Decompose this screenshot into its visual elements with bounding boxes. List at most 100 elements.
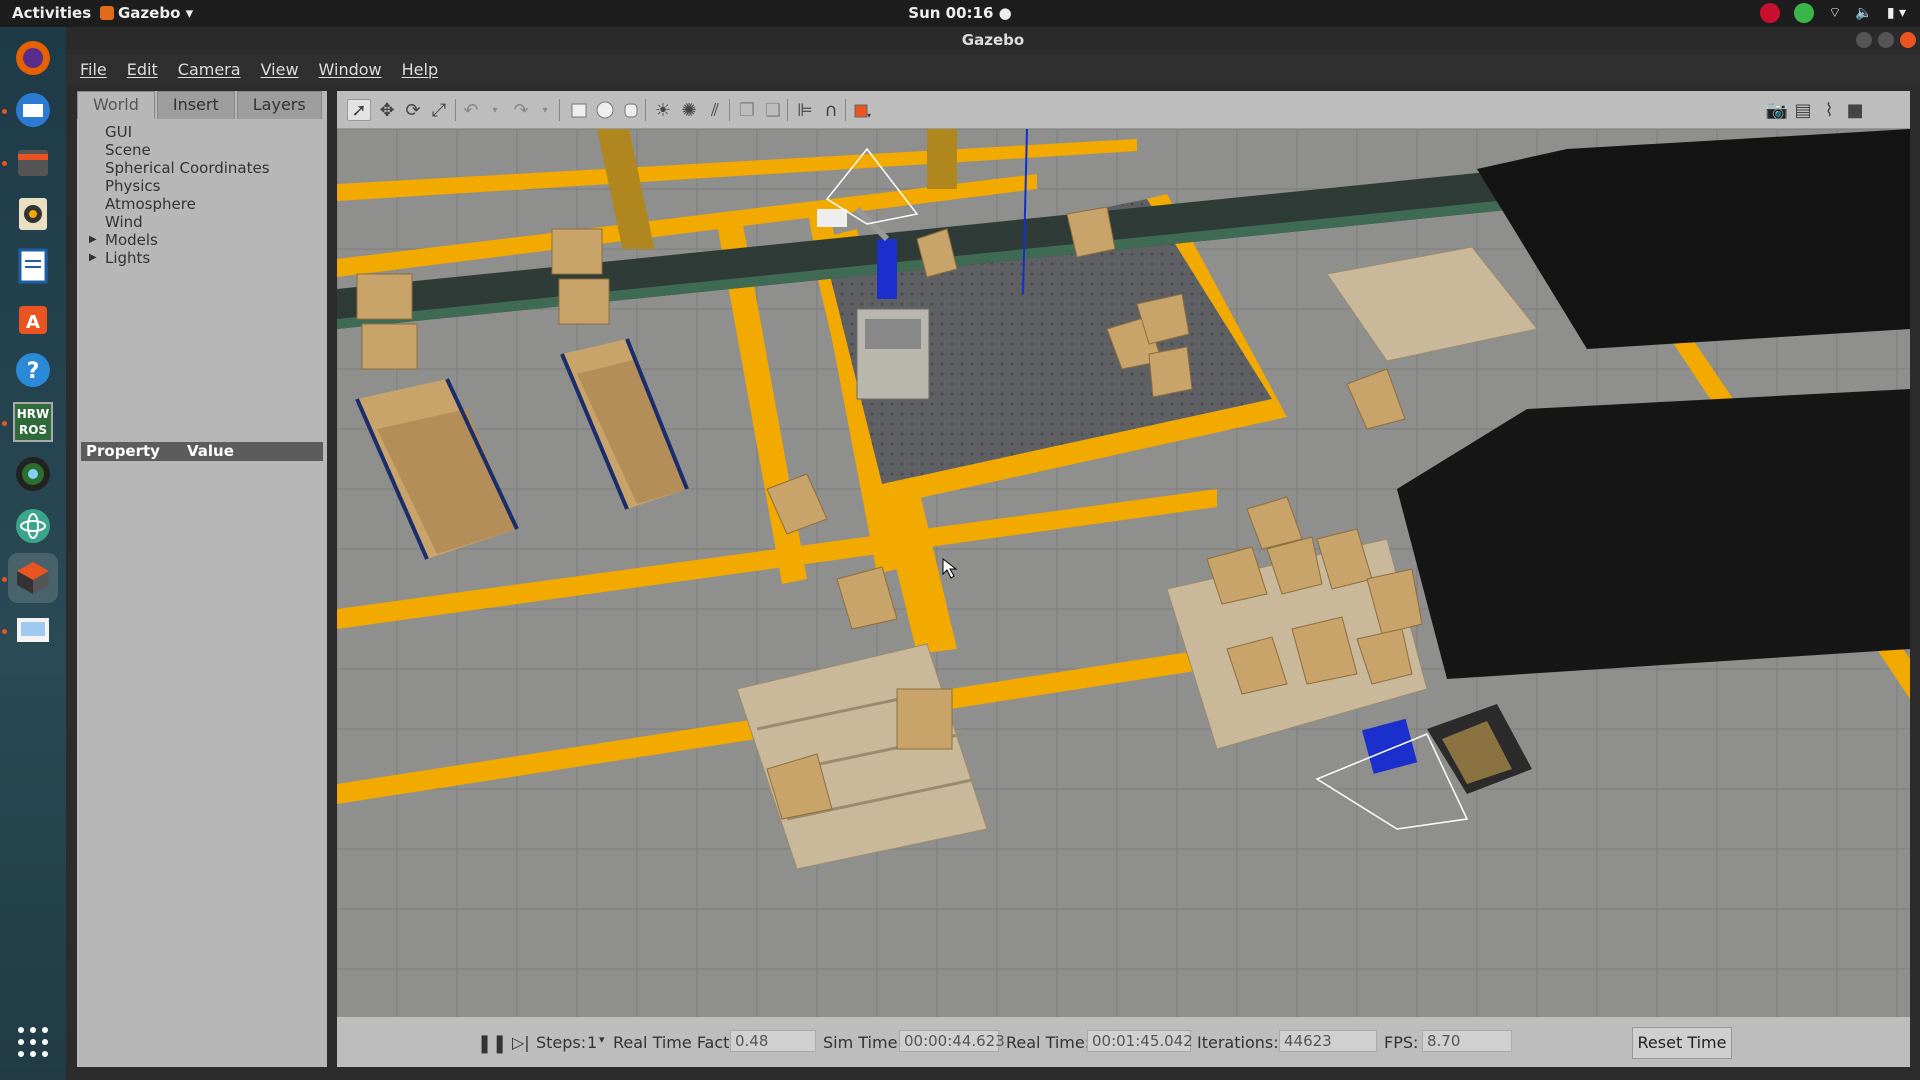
- cylinder-shape-icon[interactable]: [619, 99, 643, 121]
- menu-edit[interactable]: Edit: [127, 60, 158, 79]
- tab-insert[interactable]: Insert: [156, 91, 235, 119]
- step-icon[interactable]: ▷|: [512, 1033, 530, 1052]
- fps-label: FPS:: [1384, 1033, 1419, 1052]
- screenshot-icon[interactable]: 📷: [1765, 99, 1789, 121]
- toolbar-separator: [845, 99, 846, 121]
- tree-item-models-label: Models: [105, 231, 158, 249]
- view-angle-icon[interactable]: ▾: [851, 99, 875, 121]
- menu-file[interactable]: File: [80, 60, 107, 79]
- box-shape-icon[interactable]: [567, 99, 591, 121]
- app-menu-label: Gazebo: [118, 4, 181, 22]
- steps-value[interactable]: 1: [587, 1033, 597, 1052]
- property-column-header: Property: [86, 442, 160, 460]
- expand-arrow-icon[interactable]: ▶: [89, 231, 97, 249]
- tree-item-lights[interactable]: ▶ Lights: [77, 249, 327, 267]
- dock: A ? HRW ROS: [0, 27, 66, 1080]
- pause-icon[interactable]: ❚❚: [477, 1033, 507, 1054]
- panel-tabs: World Insert Layers: [77, 91, 324, 119]
- hrwros-label-top: HRW: [16, 407, 50, 421]
- sphere-shape-icon[interactable]: [593, 99, 617, 121]
- tab-world[interactable]: World: [77, 91, 155, 119]
- tree-item-wind[interactable]: Wind: [77, 213, 327, 231]
- paste-icon[interactable]: ❏: [761, 99, 785, 121]
- help-icon[interactable]: ?: [8, 345, 58, 395]
- toolbar-separator: [645, 99, 646, 121]
- activities-button[interactable]: Activities: [12, 4, 91, 22]
- toolbar: ➚ ✥ ⟳ ⤢ ↶ ▾ ↷ ▾ ☀ ✺ ⫽ ❐ ❏ ⊫ ∩ ▾ 📷 ▤ ⌇ ■: [337, 91, 1910, 129]
- svg-text:A: A: [26, 312, 40, 333]
- app-menu[interactable]: Gazebo ▾: [100, 4, 193, 22]
- expand-arrow-icon[interactable]: ▶: [89, 249, 97, 267]
- firefox-icon[interactable]: [8, 33, 58, 83]
- spot-light-icon[interactable]: ✺: [677, 99, 701, 121]
- render-area: ➚ ✥ ⟳ ⤢ ↶ ▾ ↷ ▾ ☀ ✺ ⫽ ❐ ❏ ⊫ ∩ ▾ 📷 ▤ ⌇ ■: [337, 91, 1910, 1067]
- iterations-value: 44623: [1279, 1030, 1377, 1052]
- scene-render: [337, 129, 1910, 1017]
- clock[interactable]: Sun 00:16: [908, 4, 993, 22]
- translate-mode-icon[interactable]: ✥: [375, 99, 399, 121]
- image-viewer-icon[interactable]: [8, 605, 58, 655]
- tree-item-gui[interactable]: GUI: [77, 123, 327, 141]
- copy-icon[interactable]: ❐: [735, 99, 759, 121]
- log-icon[interactable]: ▤: [1791, 99, 1815, 121]
- files-icon[interactable]: [8, 137, 58, 187]
- record-indicator-icon[interactable]: [1760, 3, 1781, 23]
- wifi-icon[interactable]: ⌔: [1828, 4, 1841, 22]
- menu-camera[interactable]: Camera: [178, 60, 241, 79]
- reset-time-button[interactable]: Reset Time: [1632, 1027, 1732, 1059]
- menu-bar: File Edit Camera View Window Help: [66, 54, 1920, 84]
- window-title: Gazebo: [961, 31, 1025, 49]
- steps-label: Steps:: [536, 1033, 587, 1052]
- steps-dropdown-icon[interactable]: ▾: [599, 1033, 605, 1046]
- real-time-value: 00:01:45.042: [1087, 1030, 1193, 1052]
- minimize-button[interactable]: [1856, 32, 1872, 48]
- undo-dropdown-icon[interactable]: ▾: [483, 99, 507, 121]
- atom-icon[interactable]: [8, 501, 58, 551]
- menu-help[interactable]: Help: [402, 60, 438, 79]
- left-panel: World Insert Layers GUI Scene Spherical …: [77, 91, 327, 1067]
- close-button[interactable]: [1900, 32, 1916, 48]
- point-light-icon[interactable]: ☀: [651, 99, 675, 121]
- writer-icon[interactable]: [8, 241, 58, 291]
- record-video-icon[interactable]: ■: [1843, 99, 1867, 121]
- running-indicator: [2, 629, 7, 634]
- rotate-mode-icon[interactable]: ⟳: [401, 99, 425, 121]
- tree-item-spherical-coordinates[interactable]: Spherical Coordinates: [77, 159, 327, 177]
- value-column-header: Value: [187, 442, 234, 460]
- menu-window[interactable]: Window: [319, 60, 382, 79]
- gazebo-icon: [100, 6, 114, 20]
- toolbar-separator: [787, 99, 788, 121]
- robot-arm-base: [877, 239, 897, 299]
- fps-value: 8.70: [1422, 1030, 1512, 1052]
- thunderbird-icon[interactable]: [8, 85, 58, 135]
- snap-icon[interactable]: ∩: [819, 99, 843, 121]
- app-grid-icon[interactable]: [8, 1017, 58, 1067]
- directional-light-icon[interactable]: ⫽: [703, 99, 727, 121]
- gazebo-icon[interactable]: [8, 553, 58, 603]
- window-title-bar[interactable]: Gazebo: [66, 27, 1920, 54]
- property-table-header: Property Value: [81, 442, 323, 461]
- align-icon[interactable]: ⊫: [793, 99, 817, 121]
- tree-item-models[interactable]: ▶ Models: [77, 231, 327, 249]
- tree-item-scene[interactable]: Scene: [77, 141, 327, 159]
- battery-icon[interactable]: ▮ ▾: [1887, 5, 1906, 21]
- hrwros-icon[interactable]: HRW ROS: [8, 397, 58, 447]
- redo-dropdown-icon[interactable]: ▾: [533, 99, 557, 121]
- volume-icon[interactable]: 🔈: [1855, 5, 1872, 21]
- plot-icon[interactable]: ⌇: [1817, 99, 1841, 121]
- tree-item-physics[interactable]: Physics: [77, 177, 327, 195]
- tree-item-atmosphere[interactable]: Atmosphere: [77, 195, 327, 213]
- update-check-icon[interactable]: [1794, 3, 1815, 23]
- 3d-viewport[interactable]: [337, 129, 1910, 1017]
- tab-layers[interactable]: Layers: [236, 91, 322, 119]
- redo-icon[interactable]: ↷: [509, 99, 533, 121]
- select-mode-icon[interactable]: ➚: [347, 99, 371, 121]
- camera-icon[interactable]: [8, 449, 58, 499]
- iterations-label: Iterations:: [1197, 1033, 1279, 1052]
- scale-mode-icon[interactable]: ⤢: [427, 99, 451, 121]
- menu-view[interactable]: View: [261, 60, 299, 79]
- maximize-button[interactable]: [1878, 32, 1894, 48]
- rhythmbox-icon[interactable]: [8, 189, 58, 239]
- software-icon[interactable]: A: [8, 293, 58, 343]
- undo-icon[interactable]: ↶: [459, 99, 483, 121]
